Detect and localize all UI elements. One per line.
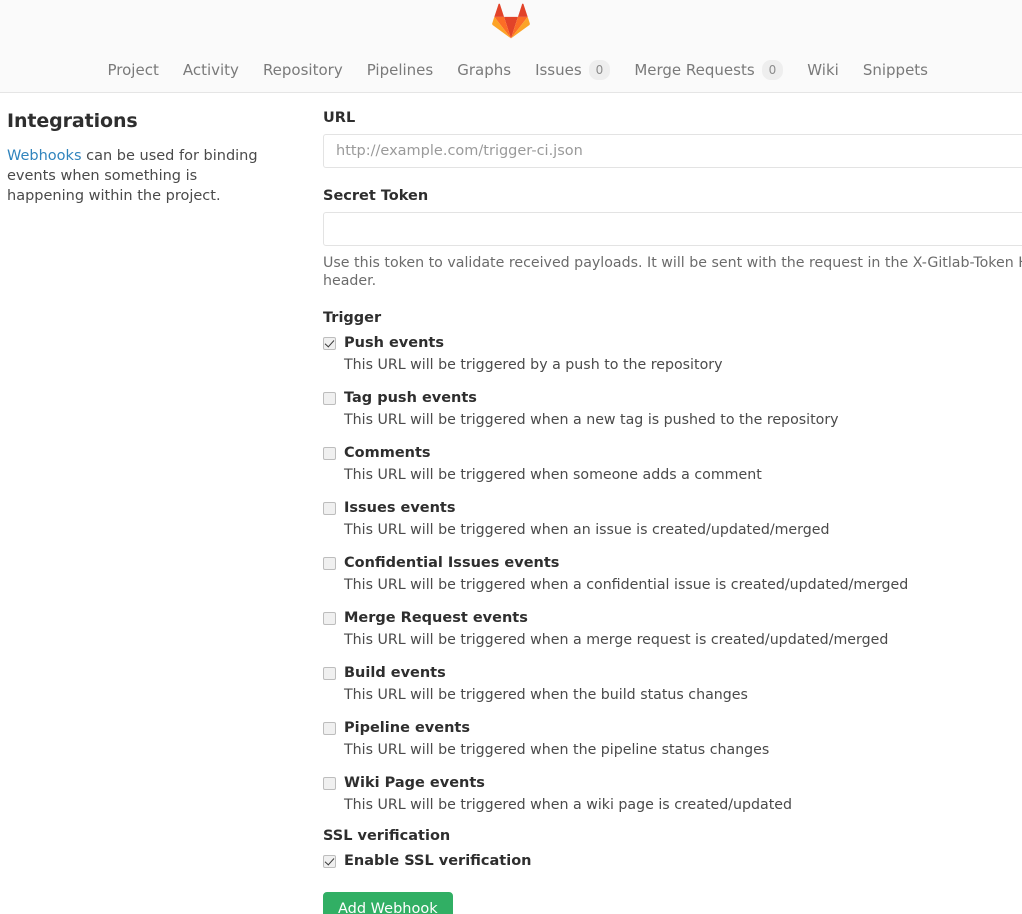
issues-events-checkbox[interactable] <box>323 502 336 515</box>
enable-ssl-verification-label[interactable]: Enable SSL verification <box>344 851 532 871</box>
build-events-label[interactable]: Build events <box>344 663 446 683</box>
tag-push-events-checkbox[interactable] <box>323 392 336 405</box>
settings-sidebar: Integrations Webhooks can be used for bi… <box>7 110 297 206</box>
trigger-section: Trigger Push events This URL will be tri… <box>323 310 1022 815</box>
issues-events-label[interactable]: Issues events <box>344 498 456 518</box>
pipeline-events-label[interactable]: Pipeline events <box>344 718 470 738</box>
trigger-option-pipeline-events: Pipeline events This URL will be trigger… <box>323 718 1022 760</box>
logo-container <box>0 1 1022 41</box>
ssl-verification-title: SSL verification <box>323 828 451 844</box>
confidential-issues-events-checkbox[interactable] <box>323 557 336 570</box>
nav-item-label: Activity <box>182 60 239 79</box>
issues-events-description: This URL will be triggered when an issue… <box>344 522 830 538</box>
page-title: Integrations <box>7 110 138 132</box>
sidebar-description: Webhooks can be used for binding events … <box>7 146 265 206</box>
wiki-page-events-checkbox[interactable] <box>323 777 336 790</box>
issues-count-badge: 0 <box>588 60 611 80</box>
page-header: Project Activity Repository Pipelines Gr… <box>0 0 1022 93</box>
merge-request-events-checkbox[interactable] <box>323 612 336 625</box>
trigger-option-build-events: Build events This URL will be triggered … <box>323 663 1022 705</box>
nav-item-label: Pipelines <box>366 60 434 79</box>
nav-item-merge-requests[interactable]: Merge Requests 0 <box>622 60 795 80</box>
merge-request-events-description: This URL will be triggered when a merge … <box>344 632 889 648</box>
secret-token-input[interactable] <box>323 212 1022 246</box>
trigger-option-wiki-page-events: Wiki Page events This URL will be trigge… <box>323 773 1022 815</box>
page-body: Integrations Webhooks can be used for bi… <box>0 93 1022 914</box>
nav-item-label: Project <box>107 60 159 79</box>
nav-item-label: Wiki <box>807 60 839 79</box>
trigger-option-push-events: Push events This URL will be triggered b… <box>323 333 1022 375</box>
nav-item-pipelines[interactable]: Pipelines <box>355 60 446 79</box>
ssl-verification-section: SSL verification Enable SSL verification <box>323 828 1022 871</box>
merge-requests-count-badge: 0 <box>761 60 784 80</box>
webhook-form: URL Secret Token Use this token to valid… <box>323 110 1022 914</box>
trigger-option-issues-events: Issues events This URL will be triggered… <box>323 498 1022 540</box>
wiki-page-events-label[interactable]: Wiki Page events <box>344 773 485 793</box>
build-events-checkbox[interactable] <box>323 667 336 680</box>
trigger-option-merge-request-events: Merge Request events This URL will be tr… <box>323 608 1022 650</box>
push-events-label[interactable]: Push events <box>344 333 444 353</box>
comments-description: This URL will be triggered when someone … <box>344 467 762 483</box>
nav-item-label: Graphs <box>457 60 512 79</box>
nav-item-activity[interactable]: Activity <box>171 60 251 79</box>
tag-push-events-label[interactable]: Tag push events <box>344 388 477 408</box>
trigger-section-title: Trigger <box>323 310 382 326</box>
url-input[interactable] <box>323 134 1022 168</box>
comments-checkbox[interactable] <box>323 447 336 460</box>
confidential-issues-events-description: This URL will be triggered when a confid… <box>344 577 909 593</box>
nav-item-label: Issues <box>535 60 582 79</box>
nav-item-label: Snippets <box>862 60 928 79</box>
url-field-group: URL <box>323 110 1022 168</box>
nav-item-wiki[interactable]: Wiki <box>795 60 851 79</box>
pipeline-events-checkbox[interactable] <box>323 722 336 735</box>
nav-item-issues[interactable]: Issues 0 <box>523 60 622 80</box>
project-nav: Project Activity Repository Pipelines Gr… <box>0 48 1022 92</box>
comments-label[interactable]: Comments <box>344 443 431 463</box>
nav-item-repository[interactable]: Repository <box>251 60 355 79</box>
tag-push-events-description: This URL will be triggered when a new ta… <box>344 412 839 428</box>
merge-request-events-label[interactable]: Merge Request events <box>344 608 528 628</box>
secret-token-field-group: Secret Token Use this token to validate … <box>323 188 1022 290</box>
add-webhook-button[interactable]: Add Webhook <box>323 892 453 914</box>
secret-token-help-text: Use this token to validate received payl… <box>323 255 1022 289</box>
webhooks-doc-link[interactable]: Webhooks <box>7 148 82 164</box>
nav-item-label: Repository <box>262 60 343 79</box>
pipeline-events-description: This URL will be triggered when the pipe… <box>344 742 770 758</box>
build-events-description: This URL will be triggered when the buil… <box>344 687 748 703</box>
trigger-option-confidential-issues-events: Confidential Issues events This URL will… <box>323 553 1022 595</box>
gitlab-tanuki-logo[interactable] <box>492 3 530 39</box>
ssl-verification-option: Enable SSL verification <box>323 851 1022 871</box>
nav-item-snippets[interactable]: Snippets <box>851 60 940 79</box>
confidential-issues-events-label[interactable]: Confidential Issues events <box>344 553 559 573</box>
trigger-option-comments: Comments This URL will be triggered when… <box>323 443 1022 485</box>
nav-item-label: Merge Requests <box>634 60 755 79</box>
enable-ssl-verification-checkbox[interactable] <box>323 855 336 868</box>
nav-item-graphs[interactable]: Graphs <box>445 60 523 79</box>
secret-token-label: Secret Token <box>323 188 429 204</box>
wiki-page-events-description: This URL will be triggered when a wiki p… <box>344 797 793 813</box>
push-events-description: This URL will be triggered by a push to … <box>344 357 723 373</box>
push-events-checkbox[interactable] <box>323 337 336 350</box>
nav-item-project[interactable]: Project <box>96 60 171 79</box>
trigger-option-tag-push-events: Tag push events This URL will be trigger… <box>323 388 1022 430</box>
url-label: URL <box>323 110 356 126</box>
